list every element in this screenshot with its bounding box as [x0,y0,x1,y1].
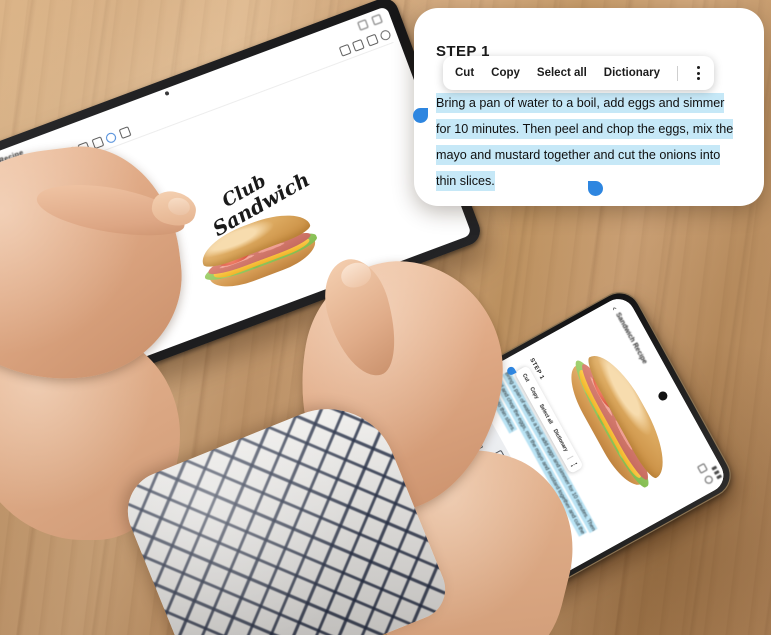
back-arrow-icon[interactable]: ‹ [610,305,620,312]
share-icon[interactable] [338,43,351,57]
selection-end-handle[interactable] [588,181,603,196]
menu-divider [566,455,574,460]
menu-divider [677,65,679,81]
tablet-camera [164,90,170,96]
screenshot-scene: ‹ Sandwich Recipe [0,0,771,635]
copy-button[interactable]: Copy [491,67,520,79]
image-icon[interactable] [118,125,131,139]
kebab-dot [697,77,701,80]
cut-button[interactable]: Cut [521,373,530,383]
ai-assist-icon[interactable] [104,130,118,144]
tablet-illustration: Club Sandwich [177,151,347,303]
layers-icon[interactable] [351,38,365,52]
kebab-dot [697,71,701,75]
select-all-button[interactable]: Select all [538,403,554,425]
cut-button[interactable]: Cut [455,67,474,79]
more-options-icon[interactable] [378,28,392,42]
kebab-dot [575,462,578,465]
search-icon[interactable] [357,19,369,31]
text-selection-context-menu[interactable]: Cut Copy Select all Dictionary [443,56,715,90]
popup-body-text[interactable]: Bring a pan of water to a boil, add eggs… [436,90,742,194]
more-icon[interactable] [371,13,383,26]
select-all-button[interactable]: Select all [537,67,587,79]
settings-icon[interactable] [365,33,379,47]
sandwich-illustration [188,191,330,304]
kebab-menu-icon[interactable] [695,64,702,82]
battery-icon [716,474,723,480]
kebab-dot [571,465,573,467]
dictionary-button[interactable]: Dictionary [604,67,660,79]
kebab-dot [573,463,576,466]
selected-text[interactable]: Bring a pan of water to a boil, add eggs… [436,93,734,191]
status-right-icons [711,465,723,480]
kebab-menu-icon[interactable] [571,462,578,467]
copy-button[interactable]: Copy [529,386,540,400]
text-selection-popup-card: STEP 1 Cut Copy Select all Dictionary Br… [414,8,764,206]
kebab-dot [697,66,701,69]
selection-start-handle[interactable] [413,108,428,123]
